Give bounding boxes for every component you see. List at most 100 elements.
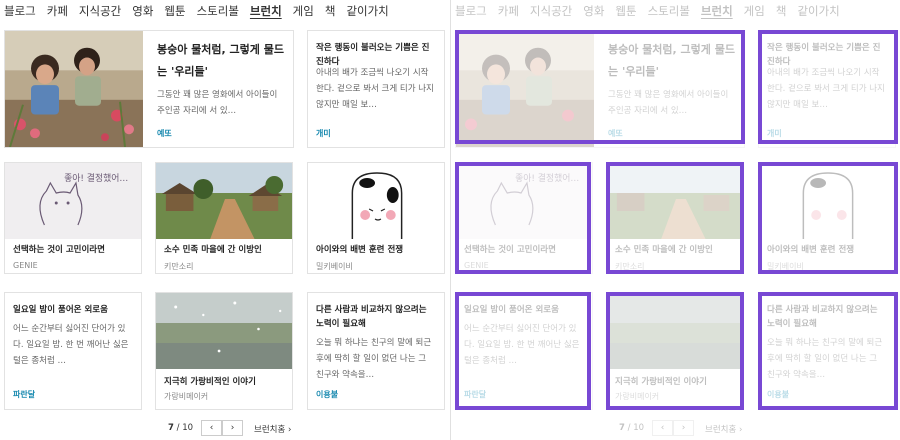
article-author[interactable]: 키만소리: [615, 261, 644, 272]
nav-item-storyball[interactable]: 스토리볼: [197, 3, 239, 19]
milk-character-drawing: [308, 163, 444, 239]
article-excerpt: 아내의 배가 조금씩 나오기 시작한다. 겉으로 봐서 크게 티가 나지 않지만…: [767, 68, 885, 110]
article-title[interactable]: 봉숭아 물처럼, 그렇게 물드는 '우리들': [608, 39, 736, 83]
article-card[interactable]: 아이와의 배변 훈련 전쟁 밀키베이비: [307, 162, 445, 274]
nav-item-game[interactable]: 게임: [293, 3, 314, 19]
article-card-featured[interactable]: 봉숭아 물처럼, 그렇게 물드는 '우리들' 그동안 꽤 많은 영화에서 아이들…: [4, 30, 294, 148]
article-excerpt: 어느 순간부터 싫어진 단어가 있다. 일요일 밤. 한 번 깨어난 싫은 털은…: [13, 324, 129, 366]
article-author[interactable]: 예또: [157, 128, 172, 139]
nav-item-game[interactable]: 게임: [744, 3, 765, 19]
village-road-photo: [156, 163, 292, 239]
category-nav: 블로그 카페 지식공간 영화 웹툰 스토리볼 브런치 게임 책 같이가치: [0, 0, 400, 22]
brunch-panel-right: 블로그 카페 지식공간 영화 웹툰 스토리볼 브런치 게임 책 같이가치 봉숭아…: [450, 0, 900, 440]
article-card[interactable]: 작은 행동이 불러오는 기쁨은 진진하다 아내의 배가 조금씩 나오기 시작한다…: [307, 30, 445, 148]
nav-item-cafe[interactable]: 카페: [47, 3, 68, 19]
article-title[interactable]: 아이와의 배변 훈련 전쟁: [767, 243, 887, 257]
cat-sketch-drawing: 좋아! 결정했어…: [456, 163, 592, 239]
nav-item-knowledge[interactable]: 지식공간: [530, 3, 572, 19]
total-pages: / 10: [176, 423, 194, 433]
nav-item-together[interactable]: 같이가치: [797, 3, 839, 19]
nav-item-webtoon[interactable]: 웹툰: [615, 3, 636, 19]
article-author[interactable]: 밀키베이비: [767, 261, 804, 272]
article-author[interactable]: 파란달: [464, 389, 486, 400]
chevron-right-icon[interactable]: ›: [673, 420, 694, 436]
article-author[interactable]: 예또: [608, 128, 623, 139]
nav-item-book[interactable]: 책: [325, 3, 336, 19]
article-title[interactable]: 아이와의 배변 훈련 전쟁: [316, 243, 436, 257]
milk-character-drawing: [759, 163, 895, 239]
article-author[interactable]: 이용불: [767, 389, 789, 400]
article-author[interactable]: 개미: [316, 128, 331, 139]
nav-item-brunch[interactable]: 브런치: [250, 3, 282, 19]
brunch-panel-left: 블로그 카페 지식공간 영화 웹툰 스토리볼 브런치 게임 책 같이가치 봉숭아…: [0, 0, 450, 440]
article-title[interactable]: 일요일 밤이 품어온 외로움: [13, 303, 133, 317]
article-card[interactable]: 다른 사람과 비교하지 않으려는 노력이 필요해 오늘 뭐 하냐는 친구의 말에…: [307, 292, 445, 410]
article-author[interactable]: 개미: [767, 128, 782, 139]
cat-sketch-drawing: 좋아! 결정했어…: [5, 163, 141, 239]
article-title[interactable]: 다른 사람과 비교하지 않으려는 노력이 필요해: [767, 303, 887, 331]
page-indicator: 7 / 10: [168, 423, 193, 433]
drawing-handwriting: 좋아! 결정했어…: [64, 172, 128, 184]
article-excerpt: 오늘 뭐 하냐는 친구의 말에 퇴근 후에 딱히 할 일이 없던 나는 그 친구…: [767, 338, 883, 380]
drawing-handwriting: 좋아! 결정했어…: [515, 172, 579, 184]
rainy-window-photo: [156, 293, 292, 369]
nav-item-cafe[interactable]: 카페: [498, 3, 519, 19]
article-excerpt: 아내의 배가 조금씩 나오기 시작한다. 겉으로 봐서 크게 티가 나지 않지만…: [316, 68, 434, 110]
girls-flowers-photo: [456, 31, 594, 147]
article-card[interactable]: 지극히 가랑비적인 이야기 가랑비메이커: [606, 292, 744, 410]
article-card[interactable]: 일요일 밤이 품어온 외로움 어느 순간부터 싫어진 단어가 있다. 일요일 밤…: [4, 292, 142, 410]
article-author[interactable]: 이용불: [316, 389, 338, 400]
current-page: 7: [619, 423, 625, 433]
article-author[interactable]: 키만소리: [164, 261, 193, 272]
nav-item-movie[interactable]: 영화: [583, 3, 604, 19]
nav-item-knowledge[interactable]: 지식공간: [79, 3, 121, 19]
article-title[interactable]: 소수 민족 마을에 간 이방인: [164, 243, 284, 257]
brunch-home-link[interactable]: 브런치홈 ›: [254, 423, 291, 435]
nav-item-storyball[interactable]: 스토리볼: [648, 3, 690, 19]
article-author[interactable]: 가랑비메이커: [164, 391, 208, 402]
article-card[interactable]: 일요일 밤이 품어온 외로움 어느 순간부터 싫어진 단어가 있다. 일요일 밤…: [455, 292, 593, 410]
article-title[interactable]: 일요일 밤이 품어온 외로움: [464, 303, 584, 317]
nav-item-blog[interactable]: 블로그: [4, 3, 36, 19]
nav-item-book[interactable]: 책: [776, 3, 787, 19]
article-card[interactable]: 좋아! 결정했어… 선택하는 것이 고민이라면 GENIE: [4, 162, 142, 274]
article-excerpt: 어느 순간부터 싫어진 단어가 있다. 일요일 밤. 한 번 깨어난 싫은 털은…: [464, 324, 580, 366]
nav-item-together[interactable]: 같이가치: [346, 3, 388, 19]
article-title[interactable]: 선택하는 것이 고민이라면: [13, 243, 133, 257]
article-excerpt: 그동안 꽤 많은 영화에서 아이들이 주인공 자리에 서 있…: [157, 90, 278, 116]
article-title[interactable]: 선택하는 것이 고민이라면: [464, 243, 584, 257]
article-card[interactable]: 소수 민족 마을에 간 이방인 키만소리: [606, 162, 744, 274]
pagination: 7 / 10 ‹ › 브런치홈 ›: [451, 420, 900, 436]
article-excerpt: 오늘 뭐 하냐는 친구의 말에 퇴근 후에 딱히 할 일이 없던 나는 그 친구…: [316, 338, 432, 380]
article-title[interactable]: 다른 사람과 비교하지 않으려는 노력이 필요해: [316, 303, 436, 331]
chevron-left-icon[interactable]: ‹: [201, 420, 222, 436]
article-title[interactable]: 지극히 가랑비적인 이야기: [615, 375, 735, 389]
article-card-featured[interactable]: 봉숭아 물처럼, 그렇게 물드는 '우리들' 그동안 꽤 많은 영화에서 아이들…: [455, 30, 745, 148]
nav-item-movie[interactable]: 영화: [132, 3, 153, 19]
nav-item-brunch[interactable]: 브런치: [701, 3, 733, 19]
article-author[interactable]: GENIE: [13, 261, 38, 270]
girls-flowers-photo: [5, 31, 143, 147]
chevron-left-icon[interactable]: ‹: [652, 420, 673, 436]
pagination: 7 / 10 ‹ › 브런치홈 ›: [0, 420, 450, 436]
current-page: 7: [168, 423, 174, 433]
article-author[interactable]: 가랑비메이커: [615, 391, 659, 402]
article-card[interactable]: 좋아! 결정했어… 선택하는 것이 고민이라면 GENIE: [455, 162, 593, 274]
brunch-home-link[interactable]: 브런치홈 ›: [705, 423, 742, 435]
rainy-window-photo: [607, 293, 743, 369]
article-card[interactable]: 다른 사람과 비교하지 않으려는 노력이 필요해 오늘 뭐 하냐는 친구의 말에…: [758, 292, 896, 410]
article-title[interactable]: 지극히 가랑비적인 이야기: [164, 375, 284, 389]
article-excerpt: 그동안 꽤 많은 영화에서 아이들이 주인공 자리에 서 있…: [608, 90, 729, 116]
article-author[interactable]: 밀키베이비: [316, 261, 353, 272]
article-card[interactable]: 지극히 가랑비적인 이야기 가랑비메이커: [155, 292, 293, 410]
article-card[interactable]: 작은 행동이 불러오는 기쁨은 진진하다 아내의 배가 조금씩 나오기 시작한다…: [758, 30, 896, 148]
article-author[interactable]: GENIE: [464, 261, 489, 270]
nav-item-webtoon[interactable]: 웹툰: [164, 3, 185, 19]
article-title[interactable]: 소수 민족 마을에 간 이방인: [615, 243, 735, 257]
article-title[interactable]: 봉숭아 물처럼, 그렇게 물드는 '우리들': [157, 39, 285, 83]
article-card[interactable]: 아이와의 배변 훈련 전쟁 밀키베이비: [758, 162, 896, 274]
nav-item-blog[interactable]: 블로그: [455, 3, 487, 19]
chevron-right-icon[interactable]: ›: [222, 420, 243, 436]
article-author[interactable]: 파란달: [13, 389, 35, 400]
article-card[interactable]: 소수 민족 마을에 간 이방인 키만소리: [155, 162, 293, 274]
